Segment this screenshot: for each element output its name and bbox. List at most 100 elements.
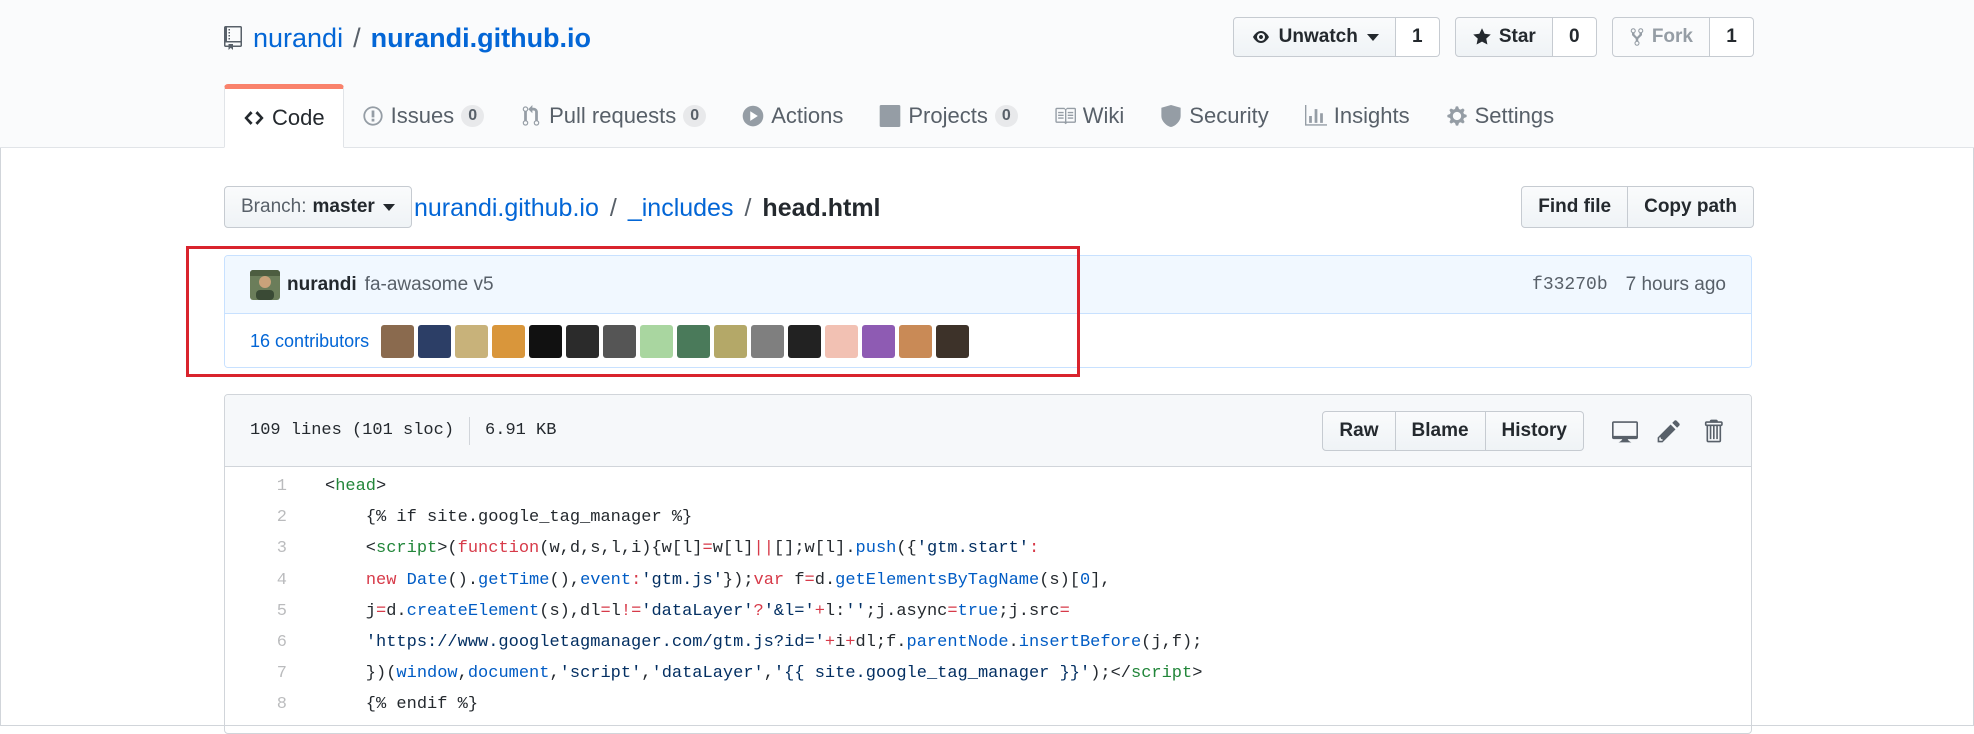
star-label: Star (1498, 26, 1536, 47)
repo-header: nurandi / nurandi.github.io Unwatch 1 St… (0, 0, 1974, 148)
code-line: 2 {% if site.google_tag_manager %} (225, 502, 1751, 533)
stars-count[interactable]: 0 (1552, 17, 1597, 57)
file-size: 6.91 KB (485, 421, 557, 440)
unwatch-label: Unwatch (1278, 26, 1358, 47)
line-number[interactable]: 4 (225, 571, 311, 590)
repo-separator: / (353, 22, 361, 53)
line-content: })(window,document,'script','dataLayer',… (325, 664, 1203, 684)
line-number[interactable]: 7 (225, 664, 311, 683)
tab-code[interactable]: Code (224, 84, 344, 148)
line-number[interactable]: 1 (225, 477, 311, 496)
branch-select-button[interactable]: Branch: master (224, 186, 412, 228)
file-action-buttons: Raw Blame History (1322, 410, 1584, 451)
tab-code-label: Code (272, 105, 325, 130)
find-file-button[interactable]: Find file (1521, 186, 1629, 228)
repo-title: nurandi / nurandi.github.io (223, 18, 591, 58)
line-content: j=d.createElement(s),dl=l!='dataLayer'?'… (325, 601, 1070, 621)
breadcrumb-repo-link[interactable]: nurandi.github.io (414, 194, 599, 223)
line-content: {% endif %} (325, 695, 479, 715)
tab-actions-label: Actions (771, 102, 844, 128)
tab-wiki-label: Wiki (1082, 102, 1125, 128)
project-icon (880, 104, 901, 127)
commit-meta: f33270b 7 hours ago (1532, 274, 1726, 296)
star-group: Star 0 (1454, 17, 1597, 57)
gear-icon (1446, 105, 1467, 126)
tab-security[interactable]: Security (1142, 84, 1286, 147)
tab-pull-requests[interactable]: Pull requests 0 (502, 84, 724, 147)
annotation-highlight-box (186, 246, 1080, 377)
fork-icon (1630, 28, 1644, 46)
commit-time: 7 hours ago (1625, 273, 1726, 295)
repo-actions: Unwatch 1 Star 0 Fork 1 (1232, 17, 1754, 57)
file-lines-info: 109 lines (101 sloc) (250, 421, 455, 440)
repo-name-link[interactable]: nurandi.github.io (371, 23, 591, 54)
book-icon (1055, 107, 1076, 124)
watchers-count[interactable]: 1 (1395, 17, 1440, 57)
line-content: <head> (325, 477, 387, 497)
tab-settings[interactable]: Settings (1428, 84, 1573, 147)
pull-request-icon (522, 104, 540, 126)
history-button[interactable]: History (1485, 410, 1584, 451)
line-number[interactable]: 2 (225, 508, 311, 527)
file-info-divider (469, 416, 471, 445)
fork-group: Fork 1 (1611, 17, 1754, 57)
code-line: 7 })(window,document,'script','dataLayer… (225, 658, 1751, 689)
tab-pull-requests-label: Pull requests (549, 102, 677, 128)
shield-icon (1161, 104, 1181, 127)
code-blob: 1 <head> 2 {% if site.google_tag_manager… (225, 467, 1751, 721)
code-line: 3 <script>(function(w,d,s,l,i){w[l]=w[l]… (225, 533, 1751, 564)
tab-actions[interactable]: Actions (724, 84, 861, 147)
tab-security-label: Security (1189, 102, 1269, 128)
unwatch-button[interactable]: Unwatch (1232, 17, 1396, 57)
line-number[interactable]: 8 (225, 695, 311, 714)
tab-issues[interactable]: Issues 0 (344, 84, 503, 147)
tab-insights-label: Insights (1333, 102, 1410, 128)
line-number[interactable]: 6 (225, 633, 311, 652)
repo-nav-tabs: Code Issues 0 Pull requests 0 Actions Pr… (224, 84, 1573, 148)
raw-button[interactable]: Raw (1322, 410, 1396, 451)
breadcrumb-folder-link[interactable]: _includes (628, 194, 734, 223)
line-number[interactable]: 3 (225, 539, 311, 558)
watch-group: Unwatch 1 (1232, 17, 1440, 57)
tab-projects[interactable]: Projects 0 (861, 84, 1035, 147)
graph-icon (1304, 104, 1327, 126)
tab-insights[interactable]: Insights (1287, 84, 1428, 147)
line-content: <script>(function(w,d,s,l,i){w[l]=w[l]||… (325, 539, 1040, 559)
copy-path-button[interactable]: Copy path (1628, 186, 1754, 228)
pull-requests-counter: 0 (683, 104, 707, 127)
eye-icon (1252, 31, 1269, 43)
line-number[interactable]: 5 (225, 602, 311, 621)
file-actions: Raw Blame History (1322, 410, 1726, 451)
tab-settings-label: Settings (1474, 102, 1555, 128)
tab-projects-label: Projects (908, 102, 988, 128)
chevron-down-icon (382, 203, 395, 211)
code-icon (244, 111, 264, 125)
commit-sha-link[interactable]: f33270b (1532, 275, 1608, 295)
line-content: {% if site.google_tag_manager %} (325, 508, 693, 528)
pencil-icon[interactable] (1656, 418, 1682, 444)
code-line: 8 {% endif %} (225, 689, 1751, 720)
issues-counter: 0 (461, 104, 485, 127)
breadcrumb-file-name: head.html (762, 193, 881, 222)
file-viewer: 109 lines (101 sloc) 6.91 KB Raw Blame H… (224, 394, 1752, 734)
play-icon (742, 105, 764, 126)
repo-owner-link[interactable]: nurandi (253, 23, 343, 54)
issue-icon (362, 105, 383, 126)
trash-icon[interactable] (1700, 418, 1726, 444)
tab-wiki[interactable]: Wiki (1036, 84, 1143, 147)
repo-book-icon (224, 26, 242, 50)
blame-button[interactable]: Blame (1395, 410, 1486, 451)
code-line: 5 j=d.createElement(s),dl=l!='dataLayer'… (225, 596, 1751, 627)
line-content: 'https://www.googletagmanager.com/gtm.js… (365, 633, 1203, 653)
tab-issues-label: Issues (390, 102, 455, 128)
code-line: 6 'https://www.googletagmanager.com/gtm.… (225, 627, 1751, 658)
branch-prefix: Branch: (241, 196, 307, 217)
file-header: 109 lines (101 sloc) 6.91 KB Raw Blame H… (225, 395, 1751, 467)
star-button[interactable]: Star (1454, 17, 1553, 57)
desktop-icon[interactable] (1612, 418, 1638, 444)
fork-button[interactable]: Fork (1611, 17, 1710, 57)
fork-label: Fork (1651, 26, 1693, 47)
star-icon (1473, 28, 1491, 45)
forks-count[interactable]: 1 (1710, 17, 1754, 57)
projects-counter: 0 (994, 104, 1018, 127)
